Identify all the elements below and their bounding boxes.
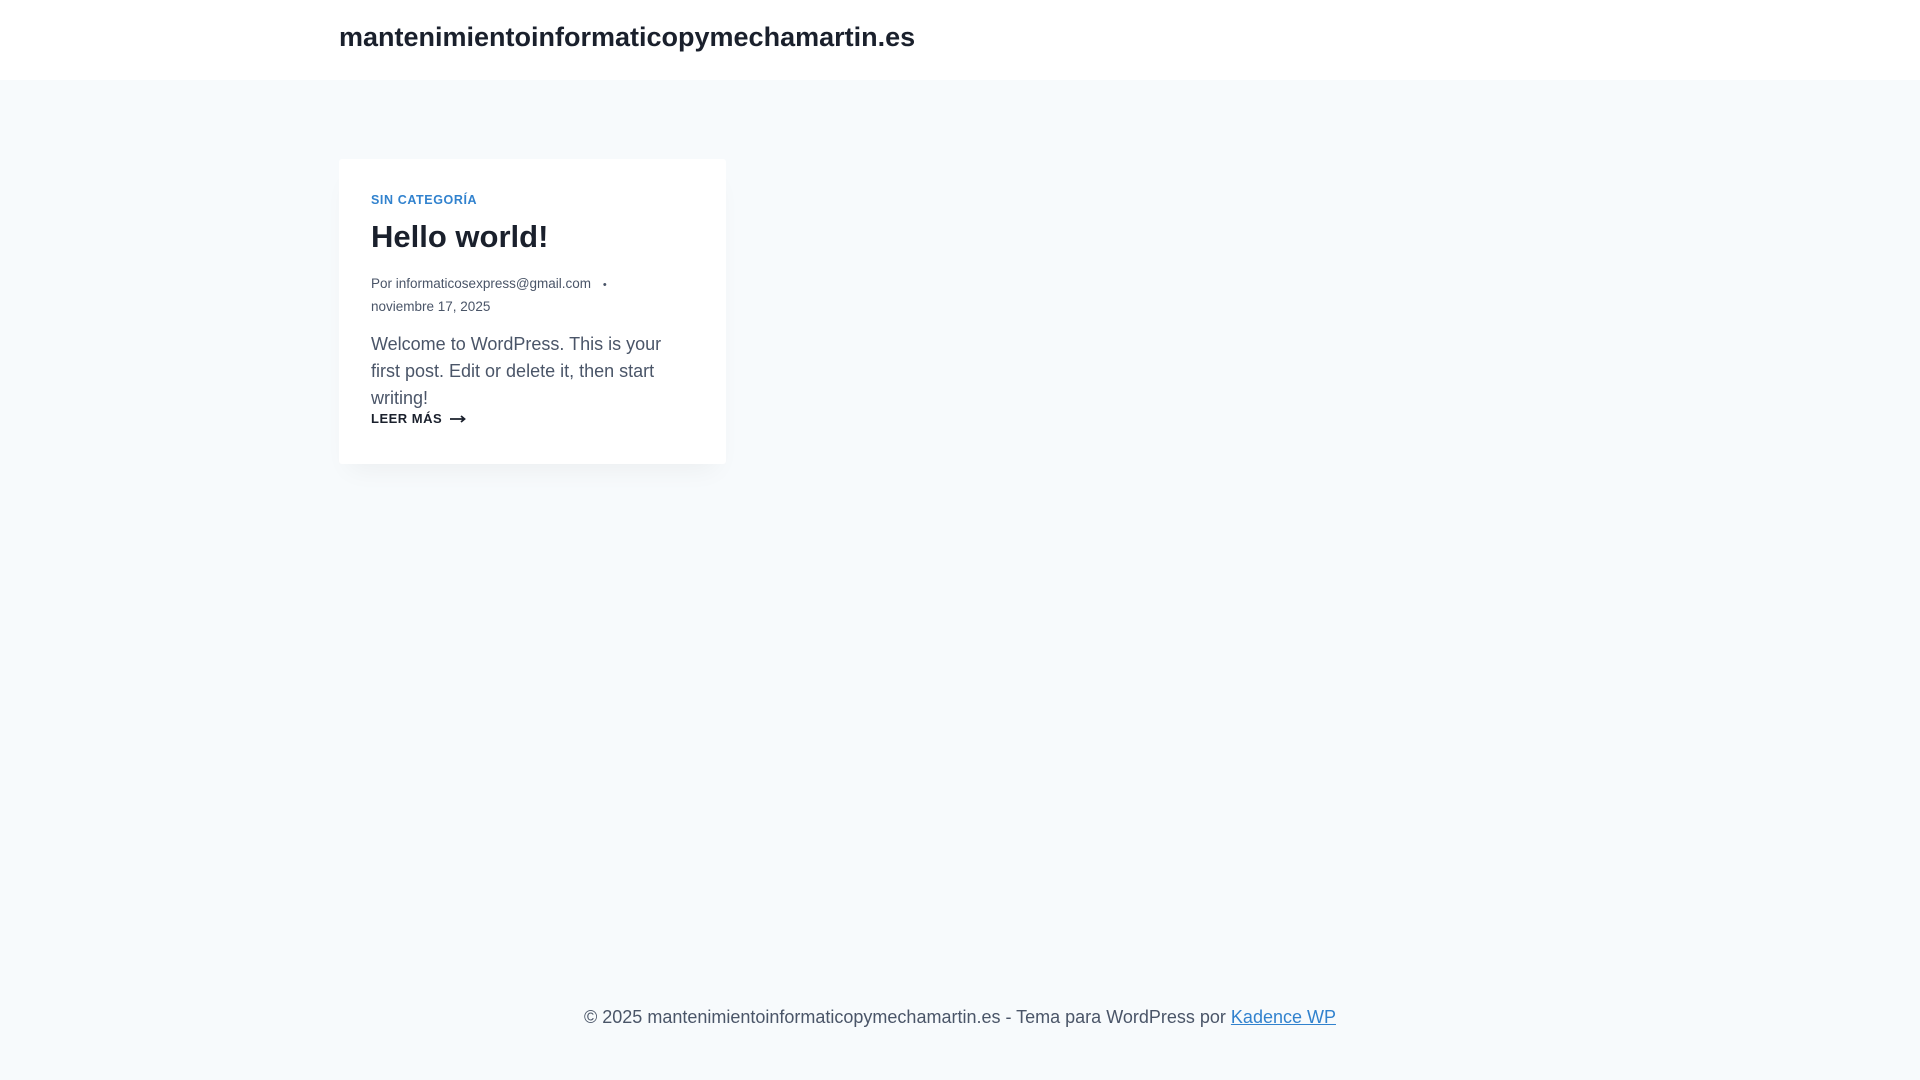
meta-separator: • [602, 279, 607, 291]
post-excerpt: Welcome to WordPress. This is your first… [371, 334, 662, 408]
post-card: SIN CATEGORÍA Hello world! Por informati… [339, 159, 726, 464]
author-link[interactable]: informaticosexpress@gmail.com [396, 276, 591, 291]
author-prefix: Por [371, 276, 393, 291]
post-title[interactable]: Hello world! [371, 219, 548, 255]
arrow-right-icon [450, 414, 467, 423]
kadence-wp-link[interactable]: Kadence WP [1231, 1007, 1336, 1027]
post-meta: Por informaticosexpress@gmail.com • novi… [371, 273, 671, 317]
category-link[interactable]: SIN CATEGORÍA [371, 193, 477, 207]
site-footer: © 2025 mantenimientoinformaticopymechama… [0, 1007, 1920, 1028]
site-title-link[interactable]: mantenimientoinformaticopymechamartin.es [339, 22, 915, 53]
footer-text: © 2025 mantenimientoinformaticopymechama… [584, 1007, 1226, 1027]
read-more-link[interactable]: LEER MÁS [371, 411, 467, 426]
site-header: mantenimientoinformaticopymechamartin.es [0, 0, 1920, 80]
post-date: noviembre 17, 2025 [371, 299, 491, 314]
read-more-label: LEER MÁS [371, 411, 443, 426]
